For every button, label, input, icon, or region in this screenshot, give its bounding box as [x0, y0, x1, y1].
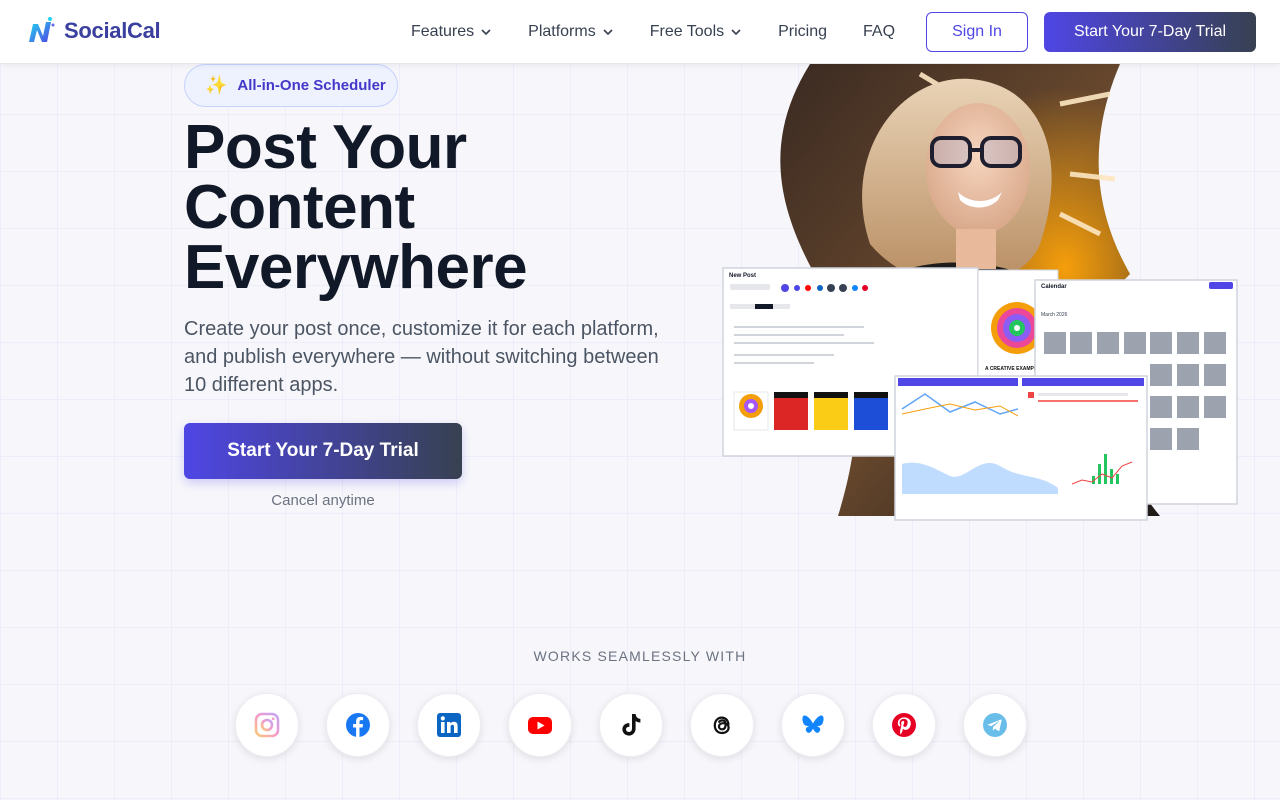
- hero-illustration: New Post A CREATIVE EXAMPLE OF THE USE O…: [722, 64, 1238, 521]
- platform-instagram[interactable]: [235, 693, 299, 757]
- platform-facebook[interactable]: [326, 693, 390, 757]
- nav-pricing[interactable]: Pricing: [778, 20, 827, 44]
- top-nav-bar: SocialCal Features Platforms Free Tools …: [0, 0, 1280, 64]
- linkedin-icon: [437, 713, 461, 737]
- nav-label: Pricing: [778, 23, 828, 40]
- nav-faq[interactable]: FAQ: [863, 20, 895, 44]
- hero-title-line: Content: [184, 173, 415, 242]
- start-trial-hero-button[interactable]: Start Your 7-Day Trial: [184, 423, 462, 479]
- scheduler-badge: ✨ All-in-One Scheduler: [184, 64, 398, 107]
- brand-name: SocialCal: [64, 18, 161, 43]
- hero-title-line: Post Your: [184, 113, 467, 182]
- start-trial-header-button[interactable]: Start Your 7-Day Trial: [1044, 12, 1256, 52]
- new-post-title: New Post: [729, 273, 756, 279]
- platform-tiktok[interactable]: [599, 693, 663, 757]
- chevron-down-icon: [731, 29, 741, 36]
- hero-title-line: Everywhere: [184, 233, 528, 302]
- nav-label: Features: [411, 23, 475, 40]
- nav-free-tools[interactable]: Free Tools: [650, 20, 742, 44]
- threads-icon: [713, 716, 730, 735]
- nav-label: Free Tools: [649, 23, 725, 40]
- tiktok-icon: [622, 714, 641, 736]
- sparkles-icon: ✨: [205, 75, 228, 95]
- platform-youtube[interactable]: [508, 693, 572, 757]
- pinterest-icon: [892, 713, 916, 737]
- nav-platforms[interactable]: Platforms: [528, 20, 614, 44]
- platform-list: [235, 693, 1027, 757]
- platform-threads[interactable]: [690, 693, 754, 757]
- cancel-anytime-note: Cancel anytime: [271, 492, 375, 509]
- analytics-screen: [894, 375, 1148, 521]
- nav-label: FAQ: [863, 23, 896, 40]
- badge-label: All-in-One Scheduler: [237, 77, 386, 94]
- platforms-heading: WORKS SEAMLESSLY WITH: [533, 648, 747, 664]
- hero-subtitle-line: 10 different apps.: [184, 374, 339, 396]
- nav-features[interactable]: Features: [411, 20, 492, 44]
- socialcal-logo-icon: [29, 17, 55, 42]
- chevron-down-icon: [603, 29, 613, 36]
- nav-label: Platforms: [528, 23, 596, 40]
- platform-pinterest[interactable]: [872, 693, 936, 757]
- hero-subtitle-line: and publish everywhere — without switchi…: [184, 346, 659, 368]
- brand-logo-link[interactable]: SocialCal: [26, 16, 161, 46]
- chevron-down-icon: [481, 29, 491, 36]
- bluesky-icon: [802, 715, 824, 733]
- hero-subtitle-line: Create your post once, customize it for …: [184, 318, 659, 340]
- hero-title: Post Your Content Everywhere: [184, 113, 704, 302]
- calendar-title: Calendar: [1041, 284, 1067, 290]
- calendar-month: March 2026: [1041, 312, 1068, 318]
- main-nav: Features Platforms Free Tools Pricing FA…: [411, 20, 931, 44]
- platform-linkedin[interactable]: [417, 693, 481, 757]
- telegram-icon: [983, 713, 1007, 737]
- hero-subtitle: Create your post once, customize it for …: [184, 315, 704, 399]
- platform-bluesky[interactable]: [781, 693, 845, 757]
- facebook-icon: [346, 713, 370, 737]
- platform-telegram[interactable]: [963, 693, 1027, 757]
- instagram-icon: [254, 712, 280, 738]
- sign-in-button[interactable]: Sign In: [926, 12, 1028, 52]
- youtube-icon: [528, 717, 552, 734]
